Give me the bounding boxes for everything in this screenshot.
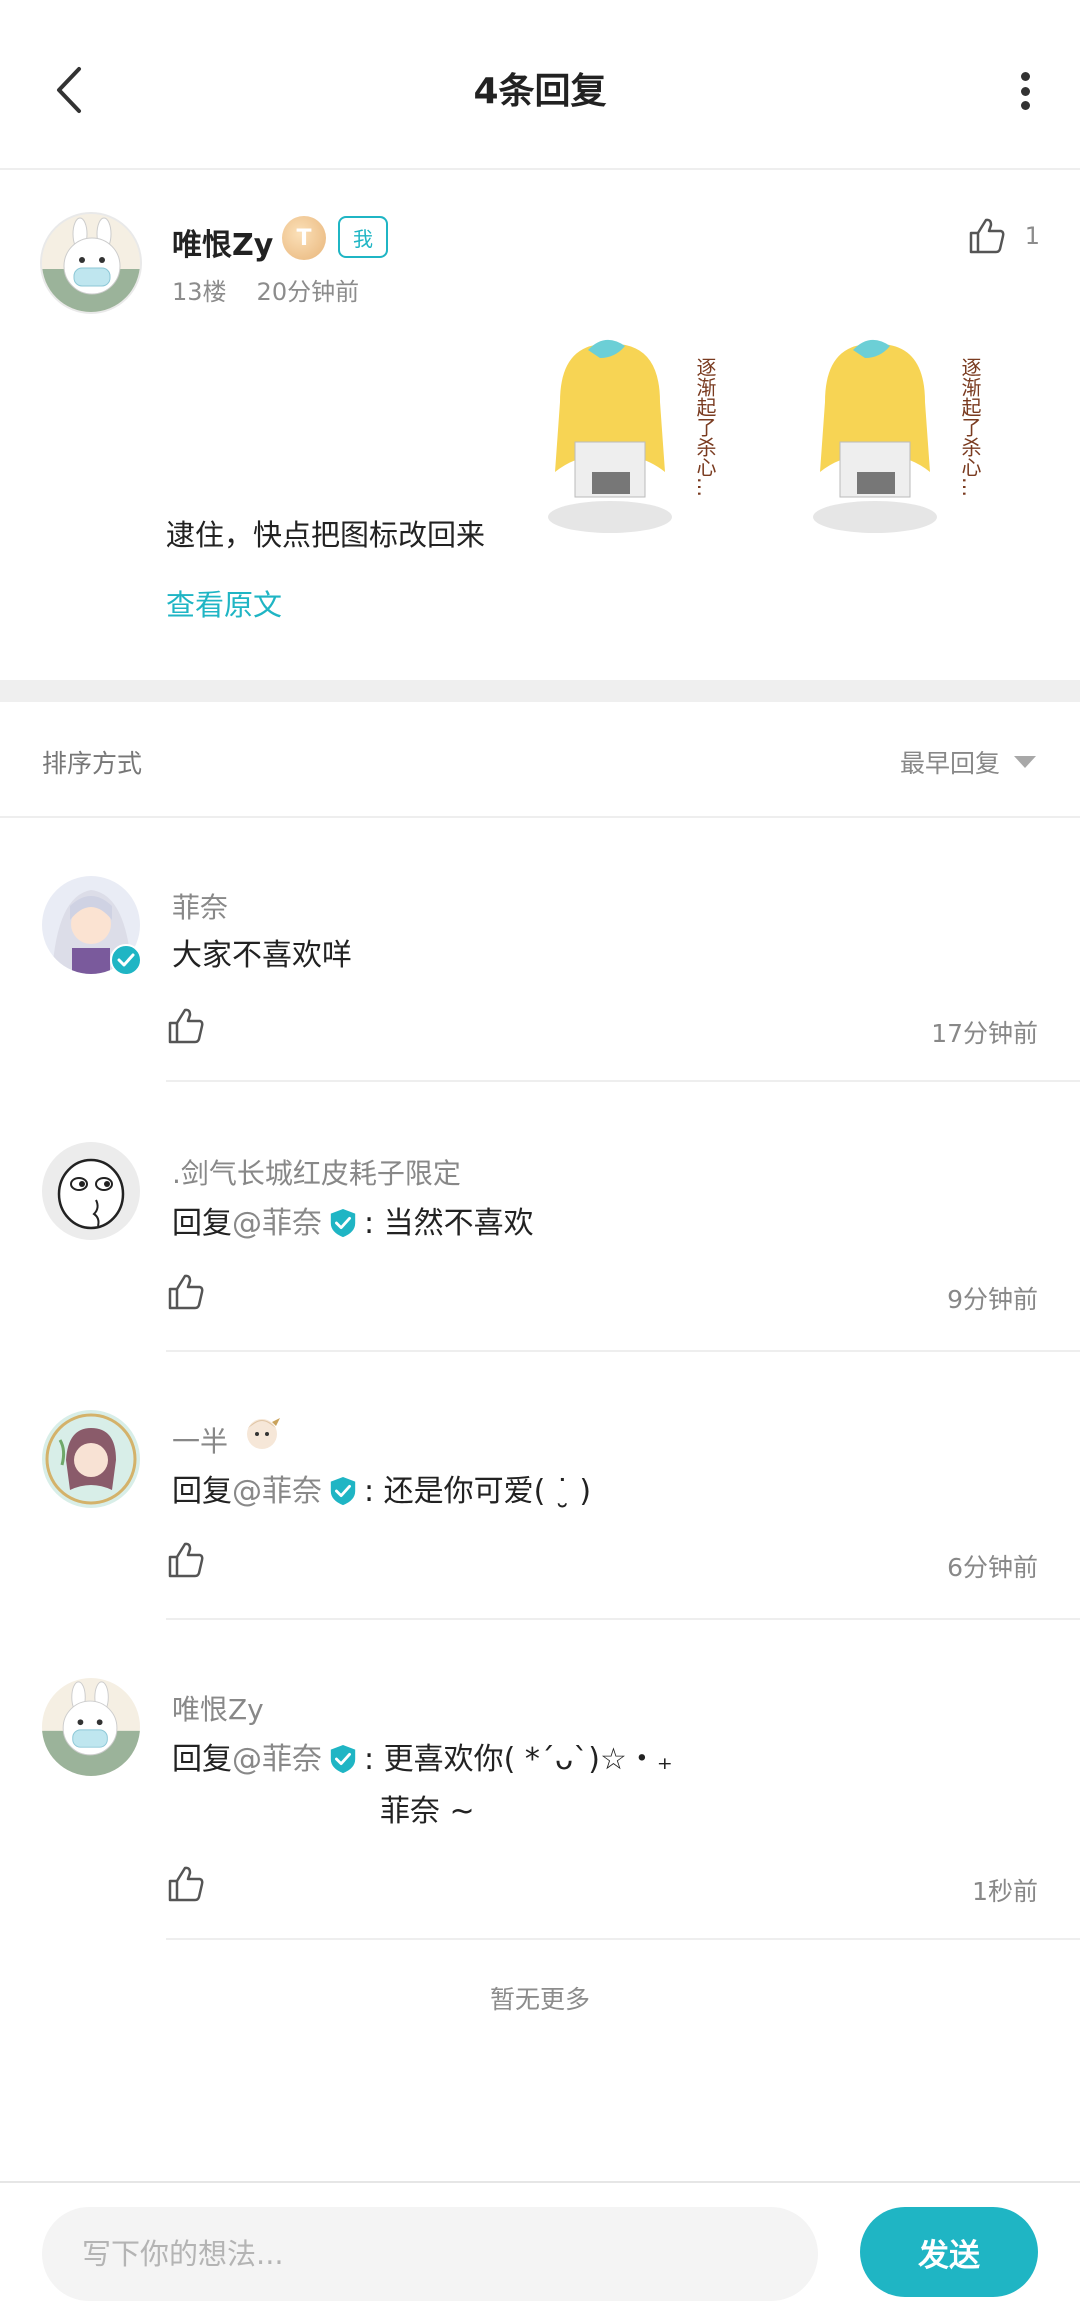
sticker-caption: 逐渐起了杀心… [693,357,717,497]
reply-time: 9分钟前 [947,1285,1038,1314]
reply-item: 菲奈 大家不喜欢咩 17分钟前 [0,876,1080,1082]
divider [166,1938,1080,1940]
reply-content: 回复@菲奈 : 还是你可爱( ˙̮ ) [172,1466,591,1518]
post-time: 20分钟前 [256,278,360,306]
me-tag: 我 [338,216,388,258]
level-badge: T [282,216,326,260]
reply-time: 17分钟前 [931,1019,1038,1048]
reply-text: : 还是你可爱( ˙̮ ) [364,1474,592,1509]
reply-time: 6分钟前 [947,1553,1038,1582]
divider [166,1080,1080,1082]
sticker-caption: 逐渐起了杀心… [958,357,982,497]
reply-text: : 更喜欢你( *´ᴗ`)☆・₊ [364,1742,673,1777]
chibi-emblem-icon [247,1418,280,1449]
verified-badge-icon [110,944,142,976]
send-button[interactable]: 发送 [860,2207,1038,2297]
more-options-button[interactable] [1010,66,1040,116]
more-dot-icon [1020,101,1030,110]
post-meta: 13楼 20分钟前 [172,272,359,307]
divider [166,1618,1080,1620]
top-bar: 4条回复 [0,0,1080,170]
thumbs-up-icon[interactable] [166,1540,206,1580]
sort-bar: 排序方式 最早回复 [0,702,1080,818]
reply-content: 大家不喜欢咩 [172,938,352,973]
page-title: 4条回复 [473,71,607,112]
no-more-label: 暂无更多 [489,1985,590,2014]
divider [166,1350,1080,1352]
section-separator [0,680,1080,702]
post-like-button[interactable]: 1 [967,216,1040,256]
anime-boy-avatar-icon [42,1410,140,1508]
reply-author-name[interactable]: .剑气长城红皮耗子限定 [172,1152,461,1192]
bunny-mask-avatar-icon [42,1678,140,1776]
triangle-down-icon [1014,756,1036,768]
post-text: 逮住，快点把图标改回来 [166,518,486,552]
sort-selected-value: 最早回复 [899,749,1000,778]
view-original-link[interactable]: 查看原文 [166,582,282,624]
reply-content-line2: 菲奈 ~ [380,1794,475,1829]
verified-badge-icon [330,1208,356,1238]
bunny-mask-avatar-icon [42,214,140,312]
mention-link[interactable]: @菲奈 [232,1742,322,1777]
reply-author-name[interactable]: 一半 [172,1420,228,1460]
avatar[interactable] [42,1678,140,1776]
verified-badge-icon [330,1476,356,1506]
thumbs-up-icon[interactable] [166,1864,206,1904]
reply-content: 回复@菲奈 : 更喜欢你( *´ᴗ`)☆・₊ [172,1734,673,1786]
sort-dropdown[interactable]: 最早回复 [900,744,1036,780]
reply-prefix: 回复 [172,1742,232,1777]
reply-author-name[interactable]: 唯恨Zy [172,1688,264,1728]
mention-link[interactable]: @菲奈 [232,1206,322,1241]
reply-text: : 当然不喜欢 [364,1206,534,1241]
main-post: 唯恨Zy T 我 13楼 20分钟前 1 逮住，快点把图标改回来 查看原文 逐渐起… [0,172,1080,680]
reply-author-name[interactable]: 菲奈 [172,886,228,926]
thumbs-up-icon[interactable] [166,1272,206,1312]
sort-label: 排序方式 [42,749,143,778]
mention-link[interactable]: @菲奈 [232,1474,322,1509]
thumbs-up-icon[interactable] [166,1006,206,1046]
avatar[interactable] [42,1410,140,1508]
reply-item: .剑气长城红皮耗子限定 回复@菲奈 : 当然不喜欢 9分钟前 [0,1142,1080,1352]
bottom-comment-bar: 发送 [0,2181,1080,2321]
comment-input[interactable] [42,2207,818,2301]
meme-face-avatar-icon [42,1142,140,1240]
post-author-name[interactable]: 唯恨Zy [172,220,273,264]
more-dot-icon [1020,72,1030,81]
post-floor: 13楼 [172,278,227,306]
avatar[interactable] [40,212,142,314]
reply-time: 1秒前 [972,1877,1038,1906]
more-dot-icon [1020,86,1030,96]
reply-prefix: 回复 [172,1474,232,1509]
verified-badge-icon [330,1744,356,1774]
reply-item: 唯恨Zy 回复@菲奈 : 更喜欢你( *´ᴗ`)☆・₊ 菲奈 ~ 1秒前 [0,1678,1080,1940]
thumbs-up-icon [969,218,1005,254]
reply-content: 回复@菲奈 : 当然不喜欢 [172,1198,534,1250]
sticker-image[interactable]: 逐渐起了杀心… [530,332,730,542]
post-like-count: 1 [1024,222,1040,250]
reply-item: 一半 回复@菲奈 : 还是你可爱( ˙̮ ) 6分钟前 [0,1410,1080,1620]
sticker-image[interactable]: 逐渐起了杀心… [795,332,995,542]
reply-prefix: 回复 [172,1206,232,1241]
avatar[interactable] [42,1142,140,1240]
